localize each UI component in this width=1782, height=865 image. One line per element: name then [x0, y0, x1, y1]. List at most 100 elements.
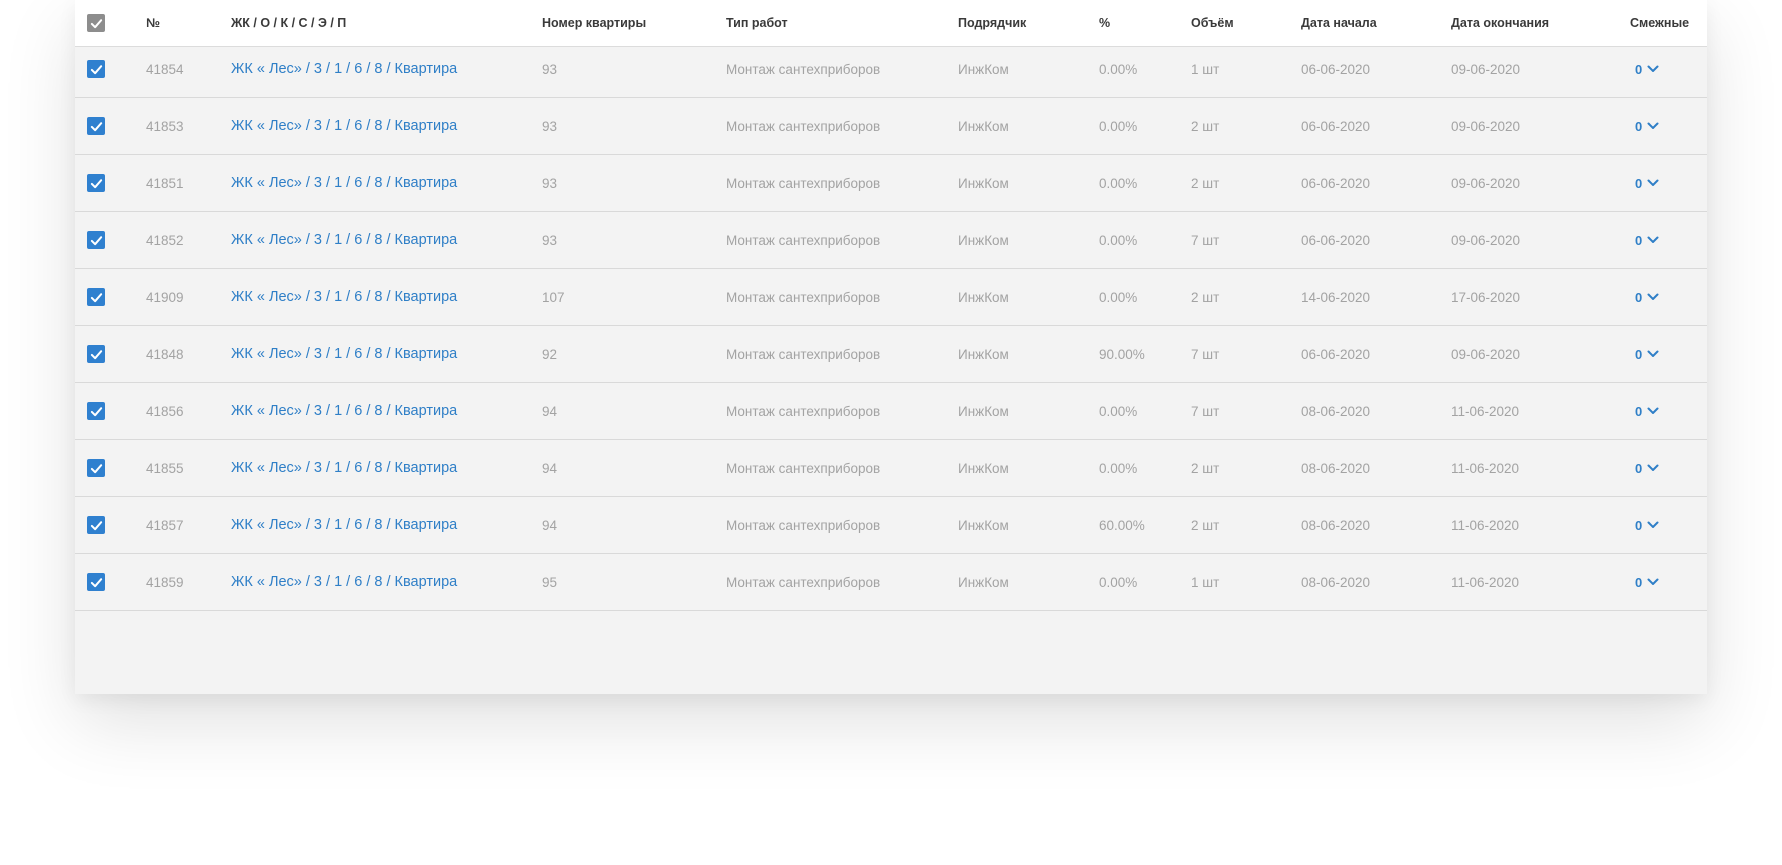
row-path-link[interactable]: ЖК « Лес» / 3 / 1 / 6 / 8 / Квартира [231, 289, 457, 305]
row-path-cell: ЖК « Лес» / 3 / 1 / 6 / 8 / Квартира [231, 440, 457, 496]
row-contractor: ИнжКом [958, 61, 1009, 77]
row-checkbox[interactable] [87, 573, 105, 591]
row-checkbox[interactable] [87, 402, 105, 420]
adjacent-toggle[interactable]: 0 [1635, 290, 1659, 305]
row-path-link[interactable]: ЖК « Лес» / 3 / 1 / 6 / 8 / Квартира [231, 403, 457, 419]
adjacent-count: 0 [1635, 517, 1643, 533]
row-end-date: 11-06-2020 [1451, 403, 1520, 419]
adjacent-toggle[interactable]: 0 [1635, 404, 1659, 419]
row-percent: 0.00% [1099, 118, 1138, 134]
column-header-percent[interactable]: % [1099, 0, 1110, 46]
row-flat-number: 93 [542, 61, 558, 77]
row-adjacent-cell: 0 [1635, 440, 1659, 496]
row-start-date: 08-06-2020 [1301, 403, 1371, 419]
row-path-link[interactable]: ЖК « Лес» / 3 / 1 / 6 / 8 / Квартира [231, 460, 457, 476]
row-select-cell [87, 212, 109, 268]
row-contractor: ИнжКом [958, 517, 1009, 533]
row-select-cell [87, 326, 109, 382]
checkmark-icon [90, 577, 102, 587]
adjacent-toggle[interactable]: 0 [1635, 119, 1659, 134]
row-percent: 0.00% [1099, 574, 1138, 590]
table-row: 41852 ЖК « Лес» / 3 / 1 / 6 / 8 / Кварти… [75, 212, 1707, 269]
row-checkbox[interactable] [87, 231, 105, 249]
row-checkbox[interactable] [87, 117, 105, 135]
adjacent-toggle[interactable]: 0 [1635, 518, 1659, 533]
adjacent-count: 0 [1635, 175, 1643, 191]
row-adjacent-cell: 0 [1635, 497, 1659, 553]
row-path-link[interactable]: ЖК « Лес» / 3 / 1 / 6 / 8 / Квартира [231, 118, 457, 134]
row-checkbox[interactable] [87, 174, 105, 192]
column-header-path[interactable]: ЖК / О / К / С / Э / П [231, 0, 346, 46]
column-header-start-date[interactable]: Дата начала [1301, 0, 1377, 46]
row-end-date: 11-06-2020 [1451, 517, 1520, 533]
row-volume: 1 шт [1191, 574, 1220, 590]
column-header-flat[interactable]: Номер квартиры [542, 0, 646, 46]
row-path-link[interactable]: ЖК « Лес» / 3 / 1 / 6 / 8 / Квартира [231, 61, 457, 77]
row-path-link[interactable]: ЖК « Лес» / 3 / 1 / 6 / 8 / Квартира [231, 574, 457, 590]
chevron-down-icon [1647, 293, 1659, 300]
adjacent-toggle[interactable]: 0 [1635, 62, 1659, 77]
row-volume: 2 шт [1191, 175, 1220, 191]
row-contractor: ИнжКом [958, 346, 1009, 362]
row-checkbox[interactable] [87, 60, 105, 78]
chevron-down-icon [1647, 407, 1659, 414]
select-all-checkbox[interactable] [87, 14, 105, 32]
row-number: 41851 [146, 175, 184, 191]
row-volume: 2 шт [1191, 289, 1220, 305]
row-path-cell: ЖК « Лес» / 3 / 1 / 6 / 8 / Квартира [231, 326, 457, 382]
adjacent-count: 0 [1635, 403, 1643, 419]
row-work-type: Монтаж сантехприборов [726, 517, 881, 533]
row-end-date: 09-06-2020 [1451, 346, 1521, 362]
adjacent-toggle[interactable]: 0 [1635, 176, 1659, 191]
column-header-work-type[interactable]: Тип работ [726, 0, 788, 46]
row-number: 41853 [146, 118, 184, 134]
adjacent-toggle[interactable]: 0 [1635, 575, 1659, 590]
adjacent-count: 0 [1635, 289, 1643, 305]
row-percent: 90.00% [1099, 346, 1145, 362]
row-select-cell [87, 269, 109, 325]
column-header-contractor[interactable]: Подрядчик [958, 0, 1026, 46]
row-volume: 1 шт [1191, 61, 1220, 77]
row-work-type: Монтаж сантехприборов [726, 289, 881, 305]
row-path-link[interactable]: ЖК « Лес» / 3 / 1 / 6 / 8 / Квартира [231, 232, 457, 248]
column-header-end-date[interactable]: Дата окончания [1451, 0, 1549, 46]
adjacent-count: 0 [1635, 574, 1643, 590]
row-flat-number: 95 [542, 574, 558, 590]
adjacent-toggle[interactable]: 0 [1635, 347, 1659, 362]
column-header-num[interactable]: № [146, 0, 160, 46]
row-number: 41856 [146, 403, 184, 419]
row-adjacent-cell: 0 [1635, 269, 1659, 325]
row-adjacent-cell: 0 [1635, 554, 1659, 610]
column-header-adjacent[interactable]: Смежные [1630, 0, 1689, 46]
row-work-type: Монтаж сантехприборов [726, 346, 881, 362]
row-end-date: 11-06-2020 [1451, 574, 1520, 590]
adjacent-toggle[interactable]: 0 [1635, 233, 1659, 248]
row-checkbox[interactable] [87, 516, 105, 534]
row-end-date: 09-06-2020 [1451, 175, 1521, 191]
table-row: 41857 ЖК « Лес» / 3 / 1 / 6 / 8 / Кварти… [75, 497, 1707, 554]
row-checkbox[interactable] [87, 288, 105, 306]
chevron-down-icon [1647, 122, 1659, 129]
row-contractor: ИнжКом [958, 574, 1009, 590]
row-work-type: Монтаж сантехприборов [726, 403, 881, 419]
adjacent-toggle[interactable]: 0 [1635, 461, 1659, 476]
row-volume: 7 шт [1191, 403, 1220, 419]
row-path-link[interactable]: ЖК « Лес» / 3 / 1 / 6 / 8 / Квартира [231, 175, 457, 191]
row-flat-number: 93 [542, 175, 558, 191]
row-work-type: Монтаж сантехприборов [726, 118, 881, 134]
checkmark-icon [90, 292, 102, 302]
row-checkbox[interactable] [87, 459, 105, 477]
row-contractor: ИнжКом [958, 460, 1009, 476]
row-volume: 7 шт [1191, 346, 1220, 362]
row-percent: 0.00% [1099, 61, 1138, 77]
table-row: 41848 ЖК « Лес» / 3 / 1 / 6 / 8 / Кварти… [75, 326, 1707, 383]
row-adjacent-cell: 0 [1635, 383, 1659, 439]
row-number: 41854 [146, 61, 184, 77]
row-path-link[interactable]: ЖК « Лес» / 3 / 1 / 6 / 8 / Квартира [231, 346, 457, 362]
row-end-date: 11-06-2020 [1451, 460, 1520, 476]
column-header-volume[interactable]: Объём [1191, 0, 1234, 46]
table-row: 41851 ЖК « Лес» / 3 / 1 / 6 / 8 / Кварти… [75, 155, 1707, 212]
row-checkbox[interactable] [87, 345, 105, 363]
row-path-link[interactable]: ЖК « Лес» / 3 / 1 / 6 / 8 / Квартира [231, 517, 457, 533]
chevron-down-icon [1647, 464, 1659, 471]
